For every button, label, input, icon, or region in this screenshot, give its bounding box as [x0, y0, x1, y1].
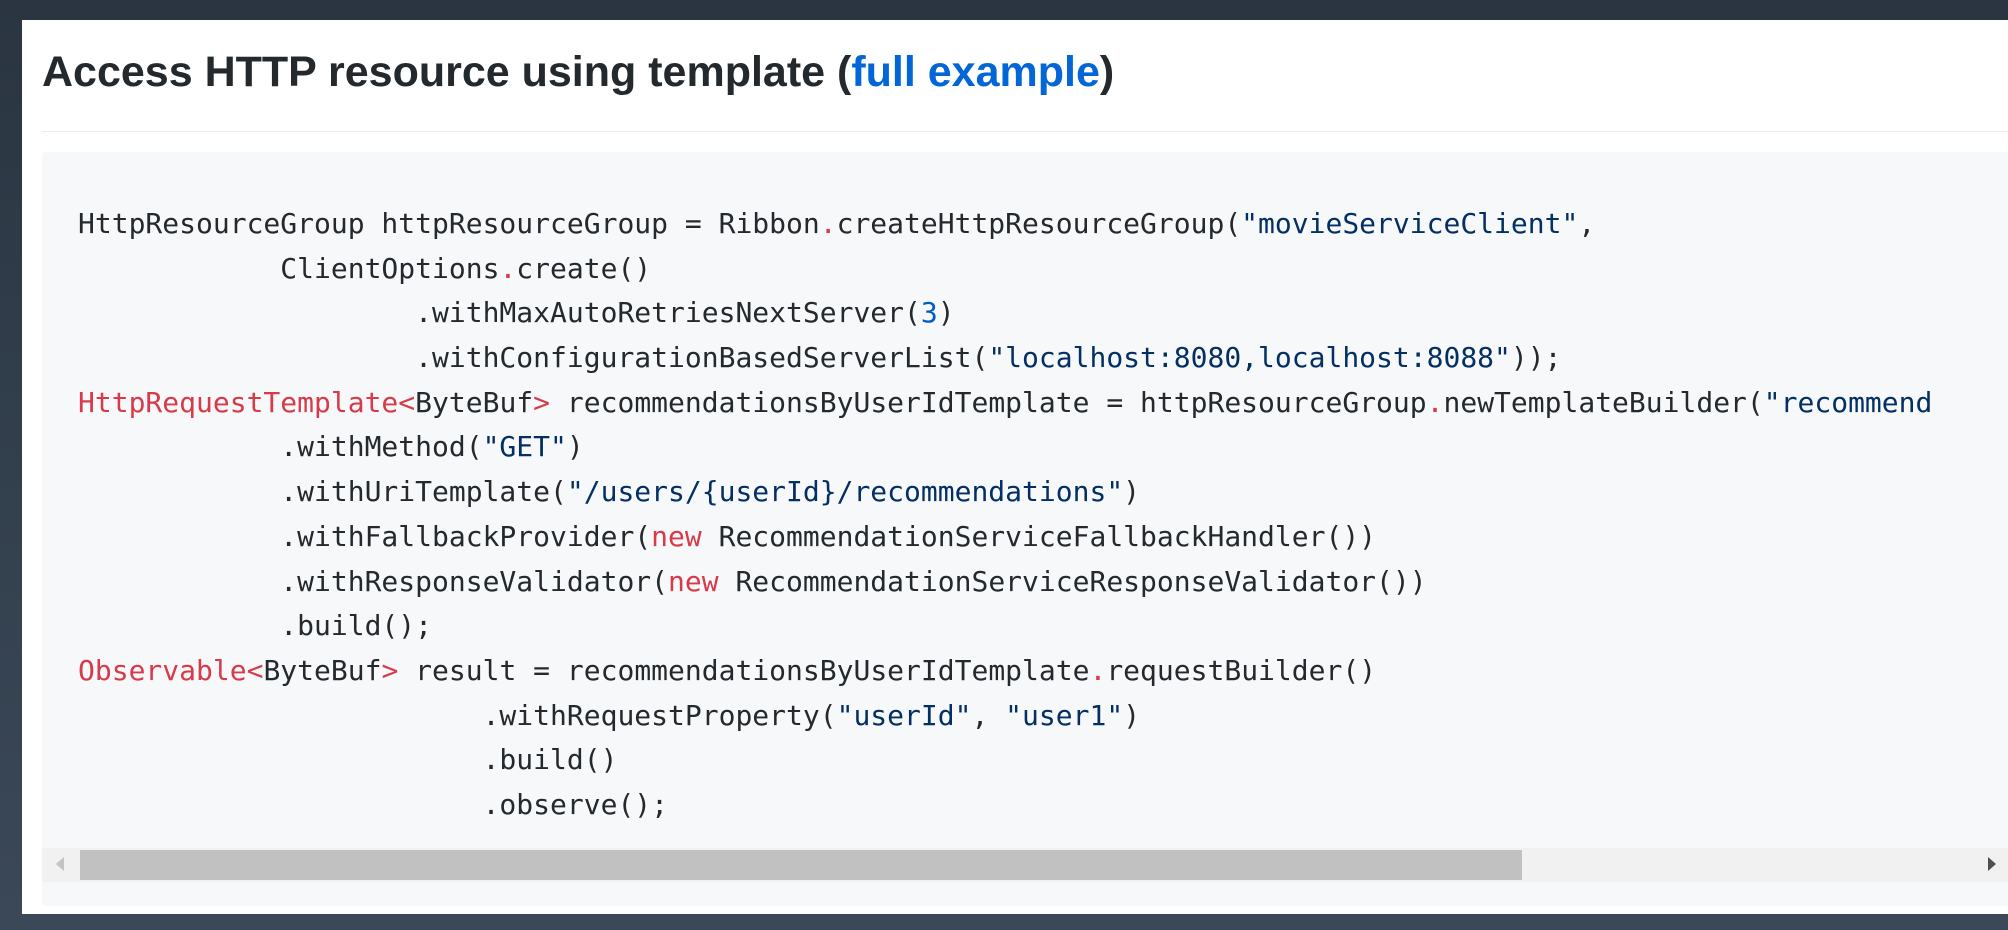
code-token: .withResponseValidator( [78, 564, 669, 598]
code-line: .withFallbackProvider(new Recommendation… [78, 515, 1932, 560]
heading-text: Access HTTP resource using template [42, 48, 837, 96]
code-token: ) [937, 296, 955, 330]
code-line: .build() [78, 738, 1932, 783]
code-token: , [1578, 207, 1596, 240]
code-token: .build() [78, 743, 618, 777]
scroll-right-arrow-icon[interactable] [1988, 857, 1996, 871]
code-line: .withUriTemplate("/users/{userId}/recomm… [78, 470, 1932, 515]
heading-paren-open: ( [837, 48, 852, 96]
code-token: result = recommendationsByUserIdTemplate [398, 653, 1090, 687]
heading-paren-close: ) [1099, 48, 1115, 96]
code-token: new [651, 519, 702, 553]
code-token: requestBuilder() [1106, 653, 1377, 687]
code-token: .withUriTemplate( [78, 475, 567, 509]
code-token: "localhost:8080,localhost:8088" [988, 341, 1511, 375]
code-line: .withResponseValidator(new Recommendatio… [78, 560, 1932, 605]
code-line: Observable<ByteBuf> result = recommendat… [78, 649, 1932, 694]
code-token: 3 [920, 296, 938, 330]
code-token: RecommendationServiceFallbackHandler()) [701, 519, 1377, 553]
code-token: > [533, 385, 551, 419]
code-token: .build(); [78, 609, 433, 643]
code-line: HttpResourceGroup httpResourceGroup = Ri… [78, 202, 1932, 247]
code-token: . [819, 207, 837, 240]
code-content: HttpResourceGroup httpResourceGroup = Ri… [78, 202, 1932, 828]
code-token: .withMaxAutoRetriesNextServer( [78, 296, 921, 330]
code-token: newTemplateBuilder( [1443, 385, 1764, 419]
code-token: "GET" [482, 430, 567, 464]
code-token: ) [566, 430, 584, 464]
scroll-left-arrow-icon[interactable] [56, 857, 64, 871]
code-token: .observe(); [78, 787, 669, 821]
code-token: new [668, 564, 719, 598]
code-token: ByteBuf [263, 653, 382, 687]
code-token: createHttpResourceGroup( [836, 207, 1242, 240]
code-token: . [499, 251, 517, 285]
code-token: "userId" [836, 698, 972, 732]
code-line: .observe(); [78, 783, 1932, 828]
code-token: ClientOptions [78, 251, 500, 285]
section-heading: Access HTTP resource using template (ful… [42, 44, 2008, 132]
code-token: Observable< [78, 653, 264, 687]
code-token: .withMethod( [78, 430, 483, 464]
code-token: HttpResourceGroup httpResourceGroup = Ri… [78, 207, 820, 240]
code-token: recommendationsByUserIdTemplate = httpRe… [550, 385, 1427, 419]
code-block[interactable]: HttpResourceGroup httpResourceGroup = Ri… [42, 152, 2008, 906]
code-token: .withRequestProperty( [78, 698, 837, 732]
readme-section: Access HTTP resource using template (ful… [22, 20, 2008, 914]
code-token: , [971, 698, 1006, 732]
horizontal-scrollbar[interactable] [42, 848, 2008, 882]
code-token: "movieServiceClient" [1241, 207, 1579, 240]
code-token: .withConfigurationBasedServerList( [78, 341, 989, 375]
scrollbar-thumb[interactable] [80, 850, 1522, 880]
code-token: ByteBuf [415, 385, 534, 419]
full-example-link[interactable]: full example [851, 48, 1100, 96]
code-token: "/users/{userId}/recommendations" [566, 475, 1124, 509]
code-line: ClientOptions.create() [78, 247, 1932, 292]
code-line: HttpRequestTemplate<ByteBuf> recommendat… [78, 381, 1932, 426]
code-token: . [1426, 385, 1444, 419]
code-token: "user1" [1005, 698, 1124, 732]
code-line: .withConfigurationBasedServerList("local… [78, 336, 1932, 381]
code-line: .withRequestProperty("userId", "user1") [78, 694, 1932, 739]
code-token: create() [516, 251, 652, 285]
code-line: .withMethod("GET") [78, 425, 1932, 470]
code-line: .build(); [78, 604, 1932, 649]
code-token: > [381, 653, 399, 687]
code-token: ) [1123, 698, 1141, 732]
code-token: .withFallbackProvider( [78, 519, 652, 553]
code-token: "recommend [1763, 385, 1933, 419]
code-token: RecommendationServiceResponseValidator()… [718, 564, 1427, 598]
code-token: )); [1510, 341, 1562, 375]
code-token: ) [1123, 475, 1141, 509]
code-line: .withMaxAutoRetriesNextServer(3) [78, 291, 1932, 336]
code-token: HttpRequestTemplate< [78, 385, 416, 419]
code-token: . [1089, 653, 1107, 687]
